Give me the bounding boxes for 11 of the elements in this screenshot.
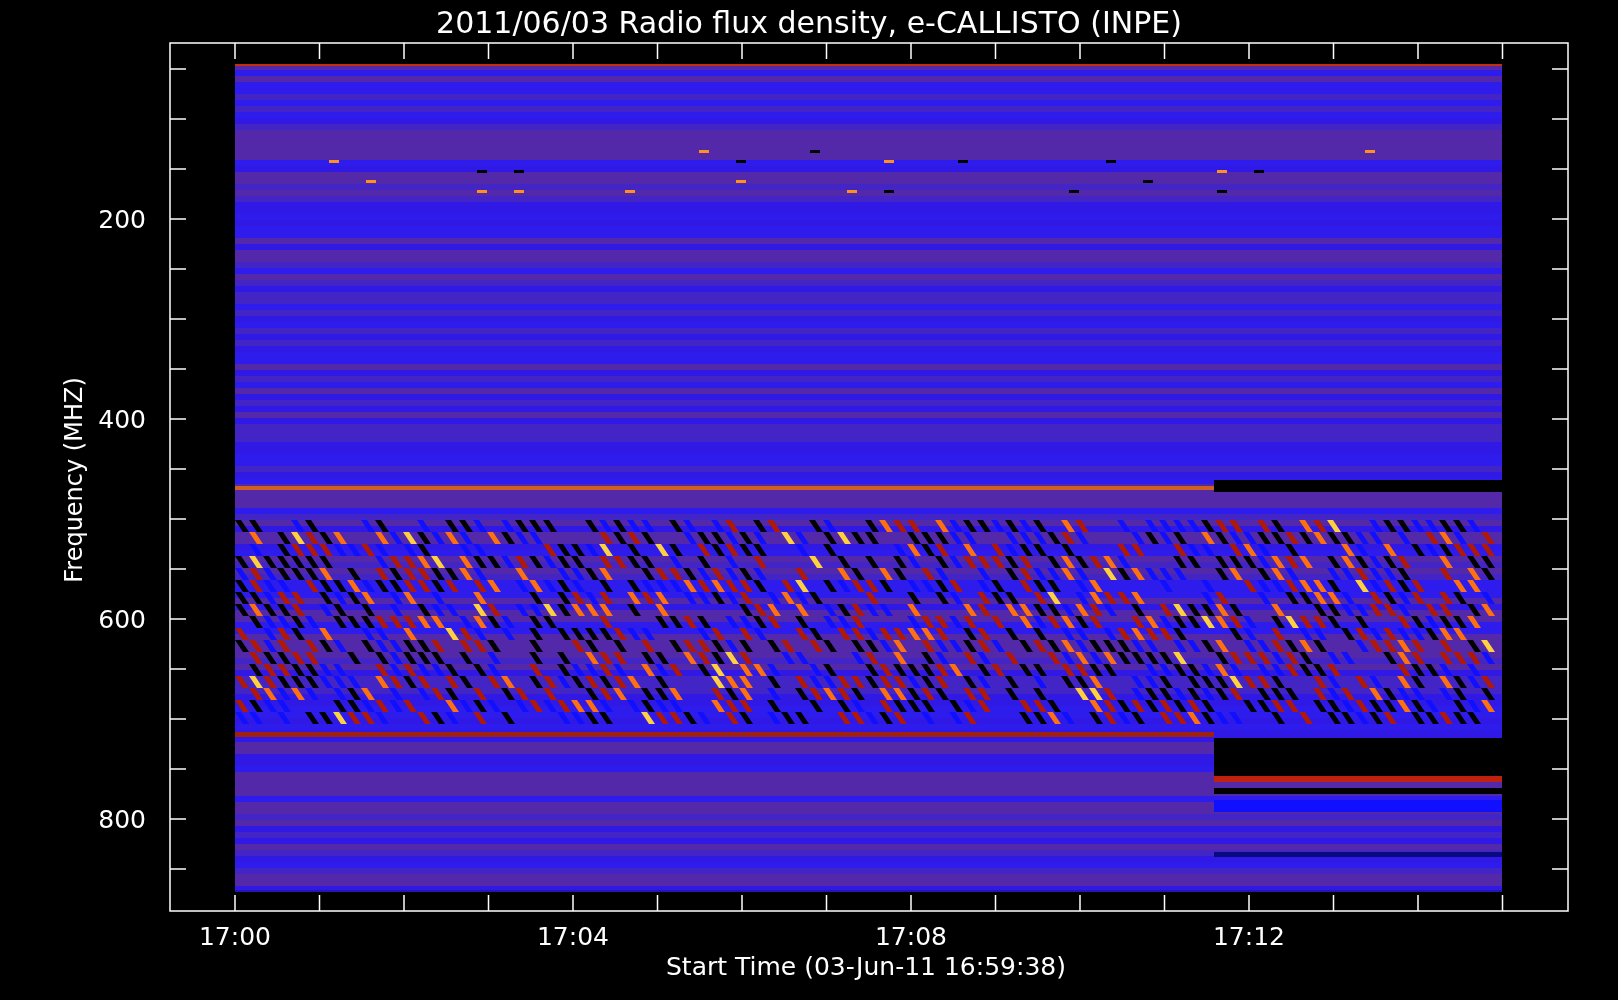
x-axis-label: Start Time (03-Jun-11 16:59:38) bbox=[666, 952, 1066, 981]
y-tick-label: 200 bbox=[98, 205, 146, 234]
x-tick-label: 17:12 bbox=[1213, 922, 1285, 951]
chart-title: 2011/06/03 Radio flux density, e-CALLISTO (INPE) bbox=[436, 5, 1182, 40]
y-tick-label: 800 bbox=[98, 805, 146, 834]
y-tick-label: 600 bbox=[98, 605, 146, 634]
x-tick-label: 17:04 bbox=[537, 922, 609, 951]
x-tick-label: 17:08 bbox=[875, 922, 947, 951]
y-axis-label: Frequency (MHZ) bbox=[60, 377, 88, 583]
y-tick-label: 400 bbox=[98, 405, 146, 434]
x-tick-label: 17:00 bbox=[199, 922, 271, 951]
